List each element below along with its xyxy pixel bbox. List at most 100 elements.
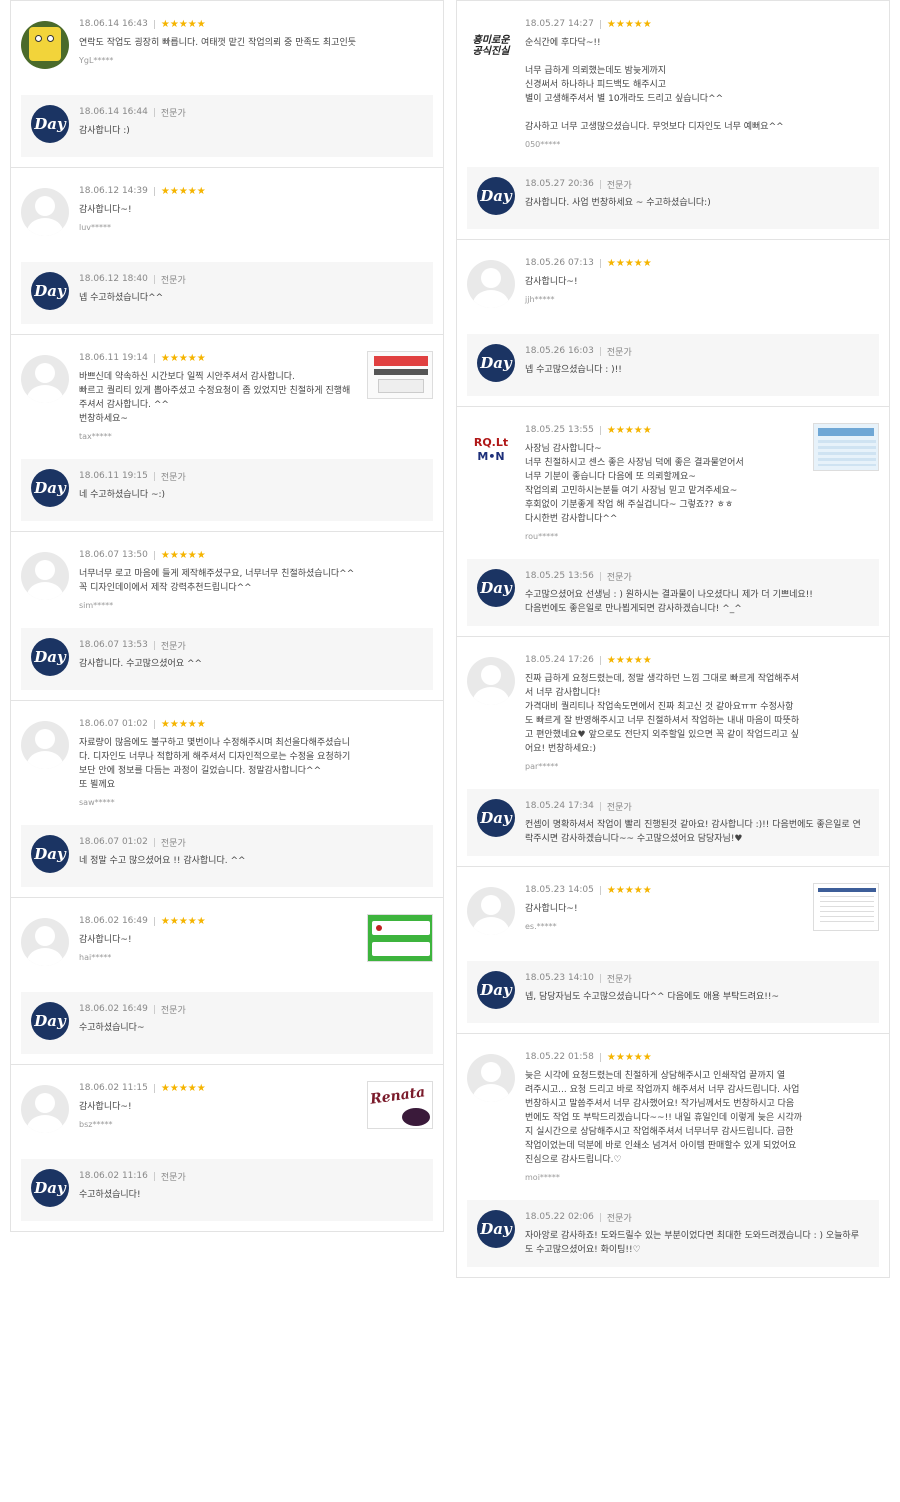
review-photo-thumbnail[interactable] — [367, 914, 433, 962]
review-body: 18.05.23 14:05 ★★★★★ 감사합니다~! es.***** — [525, 883, 807, 932]
avatar — [467, 1054, 515, 1102]
seller-day-logo-icon: Day — [31, 638, 69, 676]
reviews-column-right: 흥미로운 공식진실 18.05.27 14:27 ★★★★★ 순식간에 후다닥~!! … — [456, 0, 890, 1278]
reply-text: 수고하셨습니다! — [79, 1190, 141, 1200]
reply-body: 18.05.24 17:34 전문가 컨셉이 명확하셔서 작업이 빨리 진행된것 같… — [525, 799, 869, 846]
reviewer-id: 050***** — [525, 140, 561, 149]
thumbnail-graphic — [820, 896, 874, 926]
avatar — [467, 887, 515, 935]
review-meta: 18.06.12 14:39 ★★★★★ — [79, 184, 433, 198]
reply-role: 전문가 — [606, 1213, 632, 1224]
review-text: 감사합니다~! — [525, 904, 578, 914]
review-meta: 18.05.26 07:13 ★★★★★ — [525, 256, 879, 270]
review-date: 18.05.24 17:26 — [525, 655, 594, 665]
avatar-character-shape — [29, 27, 61, 61]
customer-review: 18.06.07 13:50 ★★★★★ 너무너무 로고 마음에 들게 제작해주셨구… — [21, 548, 433, 610]
default-avatar-body-icon — [27, 385, 63, 403]
reviewer-id: par***** — [525, 762, 559, 771]
reply-text: 감사합니다. 수고많으셨어요 ^^ — [79, 659, 203, 669]
reply-text: 네 수고하셨습니다 ~:) — [79, 490, 166, 500]
reply-body: 18.06.07 13:53 전문가 감사합니다. 수고많으셨어요 ^^ — [79, 638, 423, 671]
star-rating: ★★★★★ — [606, 424, 652, 436]
meta-divider — [599, 801, 601, 811]
thumbnail-graphic — [402, 1108, 430, 1126]
avatar — [21, 188, 69, 236]
meta-divider — [599, 425, 601, 435]
customer-review: 18.05.23 14:05 ★★★★★ 감사합니다~! es.***** — [467, 883, 879, 943]
default-avatar-body-icon — [473, 687, 509, 705]
reply-text: 넵 수고많으셨습니다 : )!! — [525, 365, 622, 375]
review-photo-thumbnail[interactable]: Renata — [367, 1081, 433, 1129]
star-rating: ★★★★★ — [160, 915, 206, 927]
default-avatar-head-icon — [481, 268, 501, 288]
default-avatar-body-icon — [27, 1115, 63, 1133]
review-meta: 18.06.02 16:49 ★★★★★ — [79, 914, 361, 928]
review-date: 18.06.11 19:14 — [79, 353, 148, 363]
reply-text: 수고하셨습니다~ — [79, 1023, 145, 1033]
reply-body: 18.05.26 16:03 전문가 넵 수고많으셨습니다 : )!! — [525, 344, 869, 377]
review-photo-thumbnail[interactable] — [367, 351, 433, 399]
meta-divider — [599, 19, 601, 29]
reply-meta: 18.05.27 20:36 전문가 — [525, 177, 869, 191]
review-body: 18.05.25 13:55 ★★★★★ 사장님 감사합니다~ 너무 친절하시고 센… — [525, 423, 807, 542]
reply-date: 18.05.23 14:10 — [525, 973, 594, 983]
customer-review: 18.06.14 16:43 ★★★★★ 연락도 작업도 굉장히 빠릅니다. 여태껏… — [21, 17, 433, 77]
seller-day-logo-icon: Day — [31, 469, 69, 507]
reply-body: 18.05.22 02:06 전문가 자아앙로 감사하죠! 도와드릴수 있는 부분이… — [525, 1210, 869, 1257]
review-text: 바쁘신데 약속하신 시간보다 일찍 시안주셔서 감사합니다. 빠르고 퀄리티 있… — [79, 372, 351, 424]
seller-reply: Day 18.05.25 13:56 전문가 수고많으셨어요 선생님 : ) 원하시는… — [467, 559, 879, 626]
star-rating: ★★★★★ — [160, 718, 206, 730]
review-body: 18.06.02 16:49 ★★★★★ 감사합니다~! hai***** — [79, 914, 361, 963]
customer-review: 18.05.24 17:26 ★★★★★ 진짜 급하게 요청드렸는데, 정말 생각하… — [467, 653, 879, 771]
reply-role: 전문가 — [160, 1172, 186, 1183]
seller-day-logo-icon: Day — [477, 971, 515, 1009]
reviewer-id: hai***** — [79, 953, 112, 962]
review-date: 18.05.25 13:55 — [525, 425, 594, 435]
review-card: 18.06.14 16:43 ★★★★★ 연락도 작업도 굉장히 빠릅니다. 여태껏… — [10, 0, 444, 168]
avatar-eye — [35, 35, 42, 42]
review-body: 18.06.11 19:14 ★★★★★ 바쁘신데 약속하신 시간보다 일찍 시안주… — [79, 351, 361, 442]
default-avatar-body-icon — [473, 917, 509, 935]
seller-day-logo-icon: Day — [31, 1169, 69, 1207]
thumbnail-graphic — [372, 942, 430, 956]
reply-meta: 18.05.22 02:06 전문가 — [525, 1210, 869, 1224]
seller-reply: Day 18.06.11 19:15 전문가네 수고하셨습니다 ~:) — [21, 459, 433, 521]
reply-role: 전문가 — [160, 641, 186, 652]
star-rating: ★★★★★ — [160, 549, 206, 561]
reply-body: 18.05.23 14:10 전문가 넵, 담당자님도 수고많으셨습니다^^ 다음에… — [525, 971, 869, 1004]
review-date: 18.06.12 14:39 — [79, 186, 148, 196]
review-photo-thumbnail[interactable] — [813, 883, 879, 931]
seller-day-logo-icon: Day — [477, 344, 515, 382]
avatar — [467, 260, 515, 308]
meta-divider — [153, 186, 155, 196]
review-card: 18.05.26 07:13 ★★★★★ 감사합니다~! jjh***** Day 18.… — [456, 240, 890, 407]
review-body: 18.06.02 11:15 ★★★★★ 감사합니다~! bsz***** — [79, 1081, 361, 1130]
review-photo-thumbnail[interactable] — [813, 423, 879, 471]
reply-date: 18.06.11 19:15 — [79, 471, 148, 481]
customer-review: 흥미로운 공식진실 18.05.27 14:27 ★★★★★ 순식간에 후다닥~!! … — [467, 17, 879, 149]
review-meta: 18.06.07 01:02 ★★★★★ — [79, 717, 433, 731]
star-rating: ★★★★★ — [160, 185, 206, 197]
reviewer-id: bsz***** — [79, 1120, 113, 1129]
review-date: 18.05.22 01:58 — [525, 1052, 594, 1062]
thumbnail-graphic — [818, 428, 874, 436]
review-meta: 18.05.22 01:58 ★★★★★ — [525, 1050, 879, 1064]
default-avatar-body-icon — [27, 218, 63, 236]
meta-divider — [153, 719, 155, 729]
review-date: 18.05.27 14:27 — [525, 19, 594, 29]
customer-review: 18.05.26 07:13 ★★★★★ 감사합니다~! jjh***** — [467, 256, 879, 316]
review-meta: 18.06.07 13:50 ★★★★★ — [79, 548, 433, 562]
review-text: 감사합니다~! — [79, 935, 132, 945]
avatar — [467, 657, 515, 705]
seller-reply: Day 18.05.23 14:10 전문가 넵, 담당자님도 수고많으셨습니다^^ … — [467, 961, 879, 1023]
reply-body: 18.05.25 13:56 전문가 수고많으셨어요 선생님 : ) 원하시는 결과… — [525, 569, 869, 616]
review-text: 자료량이 많음에도 불구하고 몇번이나 수정해주시며 최선을다해주셨습니 다. … — [79, 738, 351, 790]
thumbnail-graphic — [376, 925, 382, 931]
reply-meta: 18.05.23 14:10 전문가 — [525, 971, 869, 985]
review-text: 연락도 작업도 굉장히 빠릅니다. 여태껏 맡긴 작업의뢰 중 만족도 최고인듯 — [79, 38, 357, 48]
review-card: RQ.Lt M•N 18.05.25 13:55 ★★★★★ 사장님 감사합니다~ 너무… — [456, 407, 890, 637]
reply-meta: 18.06.11 19:15 전문가 — [79, 469, 423, 483]
avatar — [21, 355, 69, 403]
seller-day-logo-icon: Day — [477, 569, 515, 607]
review-meta: 18.05.23 14:05 ★★★★★ — [525, 883, 807, 897]
